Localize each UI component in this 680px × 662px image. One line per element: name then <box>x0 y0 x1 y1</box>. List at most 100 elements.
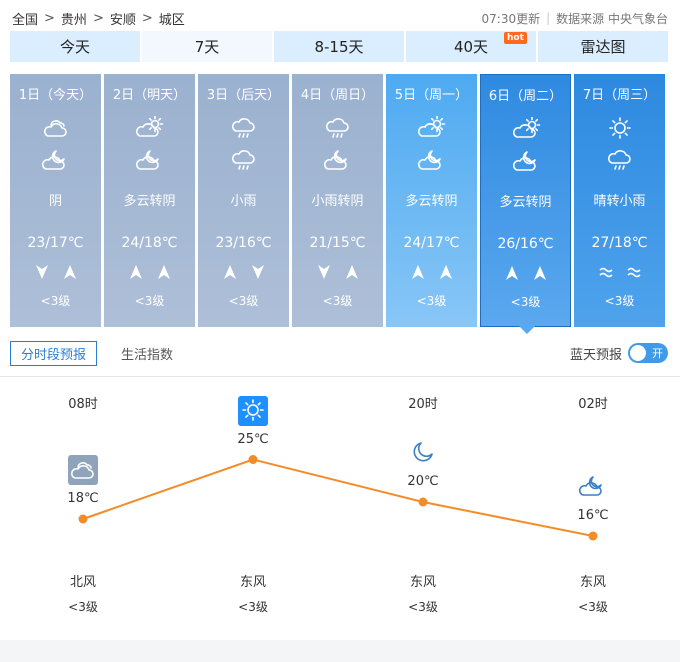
wind-level: <3级 <box>228 294 259 308</box>
day-label: 6日（周二） <box>488 89 563 104</box>
wind-up-icon <box>157 264 171 284</box>
tab-today[interactable]: 今天 <box>10 31 140 62</box>
temperature-point <box>78 514 88 524</box>
sun-icon <box>238 395 268 426</box>
wind-level: <3级 <box>408 600 438 614</box>
sun-icon <box>606 116 634 140</box>
weather-description: 小雨转阴 <box>311 194 364 209</box>
wind-level: <3级 <box>604 294 635 308</box>
source-label: 数据来源 中央气象台 <box>556 11 668 26</box>
breadcrumb-district: 城区 <box>158 12 185 28</box>
wind-level: <3级 <box>134 294 165 308</box>
sub-tabs: 分时段预报 生活指数 蓝天预报 开 <box>10 340 668 366</box>
footer-band <box>0 640 680 662</box>
wind-up-icon <box>439 264 453 284</box>
wind-wave-icon <box>626 264 641 284</box>
wind-down-icon <box>35 264 49 284</box>
temperature-range: 27/18℃ <box>591 235 648 251</box>
tab-radar[interactable]: 雷达图 <box>538 31 668 62</box>
rain-icon <box>606 148 634 172</box>
day-label: 5日（周一） <box>394 88 469 103</box>
wind-down-icon <box>317 264 331 284</box>
wind-directions <box>386 264 477 284</box>
day-card-1[interactable]: 1日（今天） 阴 23/17℃ <3级 <box>10 74 101 327</box>
temperature-point <box>588 531 598 541</box>
day-label: 2日（明天） <box>112 88 187 103</box>
day-label: 3日（后天） <box>206 88 281 103</box>
temperature-range: 26/16℃ <box>497 236 554 252</box>
blue-sky-toggle[interactable]: 开 <box>628 343 668 363</box>
partly-cloudy-icon <box>136 115 164 140</box>
tab-life-index[interactable]: 生活指数 <box>111 341 183 366</box>
partly-cloudy-night-icon <box>42 148 70 172</box>
breadcrumb: 全国 > 贵州 > 安顺 > 城区 <box>12 9 185 28</box>
hourly-forecast: 08时18℃北风<3级14时25℃东风<3级20时20℃东风<3级02时16℃东… <box>0 377 680 639</box>
forecast-tabs: 今天 7天 8-15天 40天 hot 雷达图 <box>10 31 668 62</box>
day-label: 1日（今天） <box>18 88 93 103</box>
wind-directions <box>198 264 289 284</box>
top-bar: 全国 > 贵州 > 安顺 > 城区 07:30更新 | 数据来源 中央气象台 <box>12 8 668 28</box>
weather-description: 多云转阴 <box>405 194 458 209</box>
wind-level: <3级 <box>416 294 447 308</box>
temperature-label: 20℃ <box>407 474 439 489</box>
wind-up-icon <box>223 264 237 284</box>
moon-icon <box>408 438 438 468</box>
wind-level: <3级 <box>40 294 71 308</box>
divider: | <box>546 11 551 25</box>
temperature-range: 24/17℃ <box>403 235 460 251</box>
tab-8-15-days[interactable]: 8-15天 <box>274 31 404 62</box>
wind-direction: 东风 <box>239 575 266 590</box>
temperature-label: 18℃ <box>67 491 99 506</box>
tab-label: 40天 <box>453 38 489 56</box>
temperature-point <box>248 455 258 464</box>
wind-level: <3级 <box>238 600 268 614</box>
temperature-label: 25℃ <box>237 431 269 447</box>
partly-cloudy-night-icon <box>513 149 541 173</box>
day-card-2[interactable]: 2日（明天） 多云转阴 24/18℃ <3级 <box>104 74 195 327</box>
wind-up-icon <box>533 265 547 285</box>
weather-description: 阴 <box>48 194 62 209</box>
partly-cloudy-night-icon <box>136 148 164 172</box>
tab-label: 7天 <box>194 38 220 56</box>
weather-description: 小雨 <box>230 194 257 209</box>
hour-label: 02时 <box>578 397 608 412</box>
wind-directions <box>10 264 101 284</box>
breadcrumb-separator: > <box>44 10 55 26</box>
wind-level: <3级 <box>322 294 353 308</box>
temperature-range: 21/15℃ <box>309 235 366 251</box>
day-label: 4日（周日） <box>300 88 375 103</box>
tab-7-days[interactable]: 7天 <box>142 31 272 62</box>
wind-directions <box>574 264 665 284</box>
toggle-knob <box>630 345 646 361</box>
hour-label: 08时 <box>68 397 98 412</box>
wind-directions <box>104 264 195 284</box>
wind-level: <3级 <box>510 295 541 309</box>
day-card-4[interactable]: 4日（周日） 小雨转阴 21/15℃ <3级 <box>292 74 383 327</box>
wind-direction: 北风 <box>69 575 96 590</box>
cloudy-icon <box>68 455 98 485</box>
temperature-range: 23/16℃ <box>215 235 272 251</box>
weather-description: 晴转小雨 <box>593 194 646 209</box>
partly-cloudy-night-icon <box>578 472 608 502</box>
cloudy-icon <box>42 116 70 140</box>
weather-description: 多云转阴 <box>499 195 552 210</box>
partly-cloudy-night-icon <box>418 148 446 172</box>
wind-up-icon <box>505 265 519 285</box>
selected-pointer <box>519 326 535 334</box>
breadcrumb-city[interactable]: 安顺 <box>110 9 136 28</box>
day-card-3[interactable]: 3日（后天） 小雨 23/16℃ <3级 <box>198 74 289 327</box>
breadcrumb-province[interactable]: 贵州 <box>61 9 87 28</box>
day-card-5[interactable]: 5日（周一） 多云转阴 24/17℃ <3级 <box>386 74 477 327</box>
wind-level: <3级 <box>68 600 98 614</box>
temperature-range: 23/17℃ <box>27 235 84 251</box>
day-card-7[interactable]: 7日（周三） 晴转小雨 27/18℃ <3级 <box>574 74 665 327</box>
wind-up-icon <box>63 264 77 284</box>
day-card-6[interactable]: 6日（周二） 多云转阴 26/16℃ <3级 <box>480 74 571 334</box>
wind-directions <box>481 265 570 285</box>
tab-label: 8-15天 <box>314 38 364 56</box>
breadcrumb-country[interactable]: 全国 <box>12 9 38 28</box>
tab-40-days[interactable]: 40天 hot <box>406 31 536 62</box>
wind-up-icon <box>129 264 143 284</box>
tab-hourly-forecast[interactable]: 分时段预报 <box>10 340 98 366</box>
temperature-point <box>418 497 428 507</box>
